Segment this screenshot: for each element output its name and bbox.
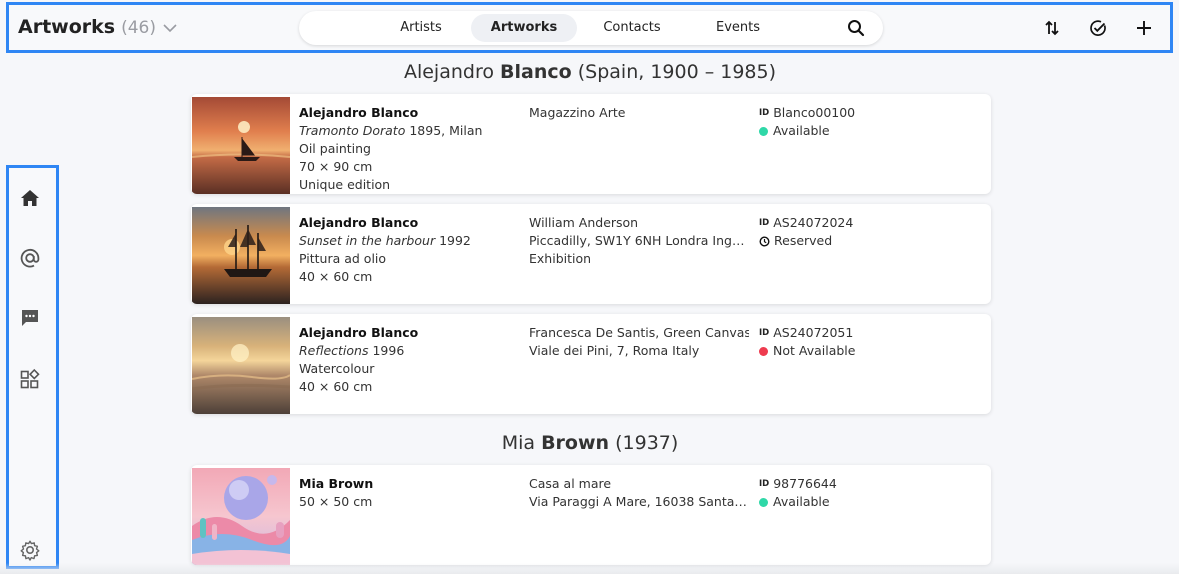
top-bar: Artworks (46) Artists Artworks Contacts … [6,2,1173,53]
location-line-3: Exhibition [529,251,592,266]
artwork-thumbnail [192,317,290,414]
artwork-status-col: ID Blanco00100 Available [759,104,979,140]
artwork-id: Blanco00100 [773,105,856,120]
artist-section-header: Alejandro Blanco (Spain, 1900 – 1985) [190,61,990,83]
location-line-1: Magazzino Arte [529,105,626,120]
status-available-icon [759,497,768,507]
artist-section-header: Mia Brown (1937) [190,432,990,454]
artist-first-name: Mia [501,432,536,454]
main-nav: Artists Artworks Contacts Events [299,11,883,45]
artwork-info: Alejandro Blanco Sunset in the harbour 1… [299,214,519,286]
sort-icon[interactable] [1043,19,1061,41]
artwork-artist: Alejandro Blanco [299,215,419,230]
settings-icon[interactable] [18,538,42,562]
plus-icon[interactable] [1135,19,1153,41]
artwork-status-col: ID AS24072051 Not Available [759,324,979,360]
artwork-thumbnail [192,97,290,194]
artwork-status-col: ID 98776644 Available [759,475,979,511]
artist-meta: (1937) [615,432,679,454]
status-unavailable-icon [759,346,768,356]
status-badge: Reserved [759,232,979,250]
widgets-icon[interactable] [18,367,42,391]
artwork-size: 40 × 60 cm [299,379,373,394]
tab-contacts[interactable]: Contacts [579,14,685,42]
artwork-status-col: ID AS24072024 Reserved [759,214,979,250]
artwork-card[interactable]: Alejandro Blanco Tramonto Dorato 1895, M… [191,94,991,194]
artist-first-name: Alejandro [403,61,494,83]
status-label: Reserved [774,233,833,248]
artwork-title: Tramonto Dorato [299,123,406,138]
artwork-technique: Oil painting [299,141,371,156]
clock-icon [759,235,770,247]
artist-last-name: Blanco [500,61,572,83]
artwork-location: Francesca De Santis, Green Canvas Viale … [529,324,749,360]
artwork-artist: Alejandro Blanco [299,105,419,120]
tab-events[interactable]: Events [685,14,791,42]
artwork-id: 98776644 [773,476,837,491]
status-label: Not Available [773,343,856,358]
id-label: ID [759,328,770,338]
tab-artworks[interactable]: Artworks [471,14,577,42]
artwork-info: Alejandro Blanco Tramonto Dorato 1895, M… [299,104,519,194]
status-label: Available [773,494,830,509]
status-label: Available [773,123,830,138]
artwork-id: AS24072024 [773,215,854,230]
check-circle-icon[interactable] [1089,19,1107,41]
artwork-year: 1996 [372,343,405,358]
artist-meta: (Spain, 1900 – 1985) [577,61,777,83]
left-rail [6,165,59,569]
tab-artists[interactable]: Artists [371,14,471,42]
artwork-artist: Alejandro Blanco [299,325,419,340]
artwork-size: 40 × 60 cm [299,269,373,284]
artwork-location: William Anderson Piccadilly, SW1Y 6NH Lo… [529,214,749,268]
artwork-thumbnail [192,207,290,304]
artwork-info: Mia Brown 50 × 50 cm [299,475,519,511]
page-title-label: Artworks [18,16,116,38]
artwork-location: Magazzino Arte [529,104,749,122]
location-line-2: Via Paraggi A Mare, 16038 Santa Margheri… [529,494,749,509]
status-badge: Available [759,122,979,140]
artwork-technique: Watercolour [299,361,375,376]
id-label: ID [759,108,770,118]
artwork-edition: Unique edition [299,177,391,192]
artwork-thumbnail [192,468,290,565]
artwork-card[interactable]: Mia Brown 50 × 50 cm Casa al mare Via Pa… [191,465,991,565]
artwork-count: (46) [121,18,156,38]
artwork-id: AS24072051 [773,325,854,340]
artwork-card[interactable]: Alejandro Blanco Sunset in the harbour 1… [191,204,991,304]
artwork-size: 50 × 50 cm [299,494,373,509]
status-badge: Not Available [759,342,979,360]
artwork-title: Sunset in the harbour [299,233,436,248]
chevron-down-icon[interactable] [162,18,178,37]
search-icon[interactable] [847,19,865,41]
artwork-title: Reflections [299,343,369,358]
home-icon[interactable] [18,186,42,210]
bottom-shadow [0,563,1179,574]
artwork-year: 1895, Milan [409,123,483,138]
page-title[interactable]: Artworks (46) [18,16,178,38]
id-label: ID [759,218,770,228]
artist-last-name: Brown [541,432,610,454]
artwork-year: 1992 [439,233,471,248]
id-label: ID [759,479,770,489]
location-line-2: Piccadilly, SW1Y 6NH Londra Inghilterra [529,233,749,248]
location-line-1: Francesca De Santis, Green Canvas [529,325,749,340]
artwork-technique: Pittura ad olio [299,251,387,266]
chat-icon[interactable] [18,306,42,330]
at-mention-icon[interactable] [18,246,42,270]
artwork-location: Casa al mare Via Paraggi A Mare, 16038 S… [529,475,749,511]
artwork-card[interactable]: Alejandro Blanco Reflections 1996 Waterc… [191,314,991,414]
status-badge: Available [759,493,979,511]
status-available-icon [759,126,768,136]
location-line-1: William Anderson [529,215,639,230]
artwork-info: Alejandro Blanco Reflections 1996 Waterc… [299,324,519,396]
artwork-size: 70 × 90 cm [299,159,373,174]
location-line-2: Viale dei Pini, 7, Roma Italy [529,343,700,358]
artwork-artist: Mia Brown [299,476,374,491]
location-line-1: Casa al mare [529,476,612,491]
